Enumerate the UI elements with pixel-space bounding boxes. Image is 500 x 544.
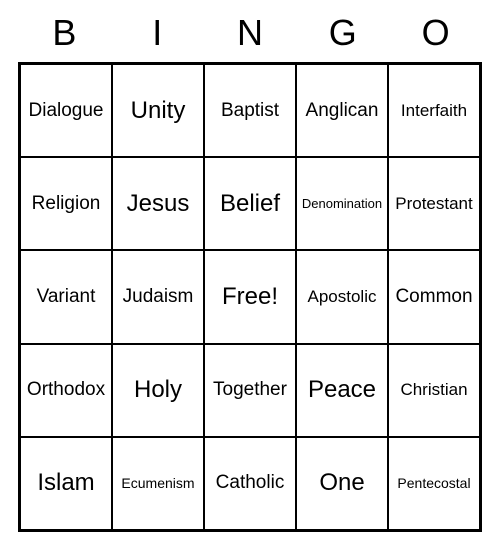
bingo-cell-4-1[interactable]: Ecumenism: [112, 437, 204, 530]
bingo-cell-2-4[interactable]: Common: [388, 250, 480, 343]
bingo-cell-0-0[interactable]: Dialogue: [20, 64, 112, 157]
bingo-cell-0-3[interactable]: Anglican: [296, 64, 388, 157]
bingo-cell-3-3[interactable]: Peace: [296, 344, 388, 437]
bingo-cell-0-1[interactable]: Unity: [112, 64, 204, 157]
bingo-cell-2-0[interactable]: Variant: [20, 250, 112, 343]
bingo-cell-1-4[interactable]: Protestant: [388, 157, 480, 250]
bingo-cell-4-4[interactable]: Pentecostal: [388, 437, 480, 530]
bingo-cell-3-1[interactable]: Holy: [112, 344, 204, 437]
header-letter-g: G: [296, 12, 389, 54]
bingo-cell-2-2[interactable]: Free!: [204, 250, 296, 343]
bingo-cell-1-1[interactable]: Jesus: [112, 157, 204, 250]
bingo-cell-1-3[interactable]: Denomination: [296, 157, 388, 250]
bingo-cell-4-0[interactable]: Islam: [20, 437, 112, 530]
header-letter-b: B: [18, 12, 111, 54]
bingo-cell-1-2[interactable]: Belief: [204, 157, 296, 250]
header-letter-o: O: [389, 12, 482, 54]
bingo-cell-3-4[interactable]: Christian: [388, 344, 480, 437]
header-letter-n: N: [204, 12, 297, 54]
header-letter-i: I: [111, 12, 204, 54]
bingo-cell-3-0[interactable]: Orthodox: [20, 344, 112, 437]
bingo-header: B I N G O: [18, 12, 482, 54]
bingo-grid: DialogueUnityBaptistAnglicanInterfaith Re…: [18, 62, 482, 532]
bingo-cell-2-1[interactable]: Judaism: [112, 250, 204, 343]
bingo-cell-4-2[interactable]: Catholic: [204, 437, 296, 530]
bingo-cell-2-3[interactable]: Apostolic: [296, 250, 388, 343]
bingo-cell-0-2[interactable]: Baptist: [204, 64, 296, 157]
bingo-cell-1-0[interactable]: Religion: [20, 157, 112, 250]
bingo-cell-3-2[interactable]: Together: [204, 344, 296, 437]
bingo-cell-4-3[interactable]: One: [296, 437, 388, 530]
bingo-cell-0-4[interactable]: Interfaith: [388, 64, 480, 157]
